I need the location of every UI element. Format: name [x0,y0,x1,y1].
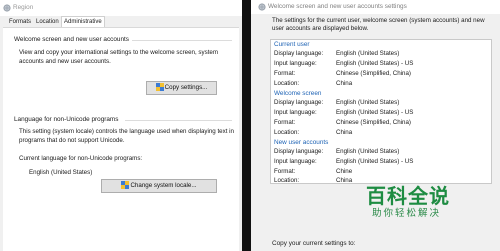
row-value: China [336,177,353,184]
row-value: English (United States) [336,99,400,106]
group-divider [125,120,232,121]
uac-shield-icon [155,83,164,92]
row-label: Input language: [274,60,317,67]
change-system-locale-button[interactable]: Change system locale... [101,179,217,193]
current-language-label: Current language for non-Unicode program… [19,155,143,162]
row-value: Chinese (Simplified, China) [336,70,411,77]
copy-settings-to-label: Copy your current settings to: [272,240,356,247]
row-value: Chine [336,168,353,175]
copy-settings-button[interactable]: Copy settings... [146,81,217,95]
tab-formats[interactable]: Formats [7,17,33,27]
row-value: English (United States) [336,50,400,57]
row-label: Display language: [274,148,324,155]
globe-icon [258,3,266,11]
uac-shield-icon [121,181,130,190]
row-value: China [336,129,353,136]
dialog-title: Welcome screen and new user accounts set… [268,3,407,10]
change-locale-label: Change system locale... [130,182,197,189]
welcome-group-title: Welcome screen and new user accounts [14,36,129,43]
copy-settings-label: Copy settings... [164,84,208,91]
tab-location[interactable]: Location [34,17,61,27]
current-language-value: English (United States) [29,169,93,176]
watermark-subtitle: 助你轻松解决 [372,208,442,219]
dialog-description: The settings for the current user, welco… [272,17,485,32]
unicode-description: This setting (system locale) controls th… [19,128,234,144]
region-titlebar [0,0,242,16]
row-label: Location: [274,177,300,184]
row-value: China [336,80,353,87]
tab-administrative[interactable]: Administrative [61,16,105,27]
unicode-group-title: Language for non-Unicode programs [14,116,119,123]
row-value: English (United States) - US [336,60,414,67]
tab-bar: Formats Location Administrative [3,16,239,27]
row-label: Display language: [274,50,324,57]
section-title-current-user: Current user [274,41,310,48]
row-value: English (United States) [336,148,400,155]
row-label: Location: [274,129,300,136]
row-value: English (United States) - US [336,109,414,116]
window-title: Region [13,4,34,11]
row-value: English (United States) - US [336,158,414,165]
row-value: Chinese (Simplified, China) [336,119,411,126]
row-label: Format: [274,70,296,77]
globe-icon [3,4,11,12]
row-label: Display language: [274,99,324,106]
row-label: Format: [274,119,296,126]
screenshot-divider [242,0,251,251]
row-label: Location: [274,80,300,87]
section-title-new-user-accounts: New user accounts [274,139,329,146]
section-title-welcome-screen: Welcome screen [274,90,322,97]
group-divider [132,40,232,41]
welcome-description: View and copy your international setting… [19,49,219,65]
row-label: Format: [274,168,296,175]
row-label: Input language: [274,158,317,165]
row-label: Input language: [274,109,317,116]
